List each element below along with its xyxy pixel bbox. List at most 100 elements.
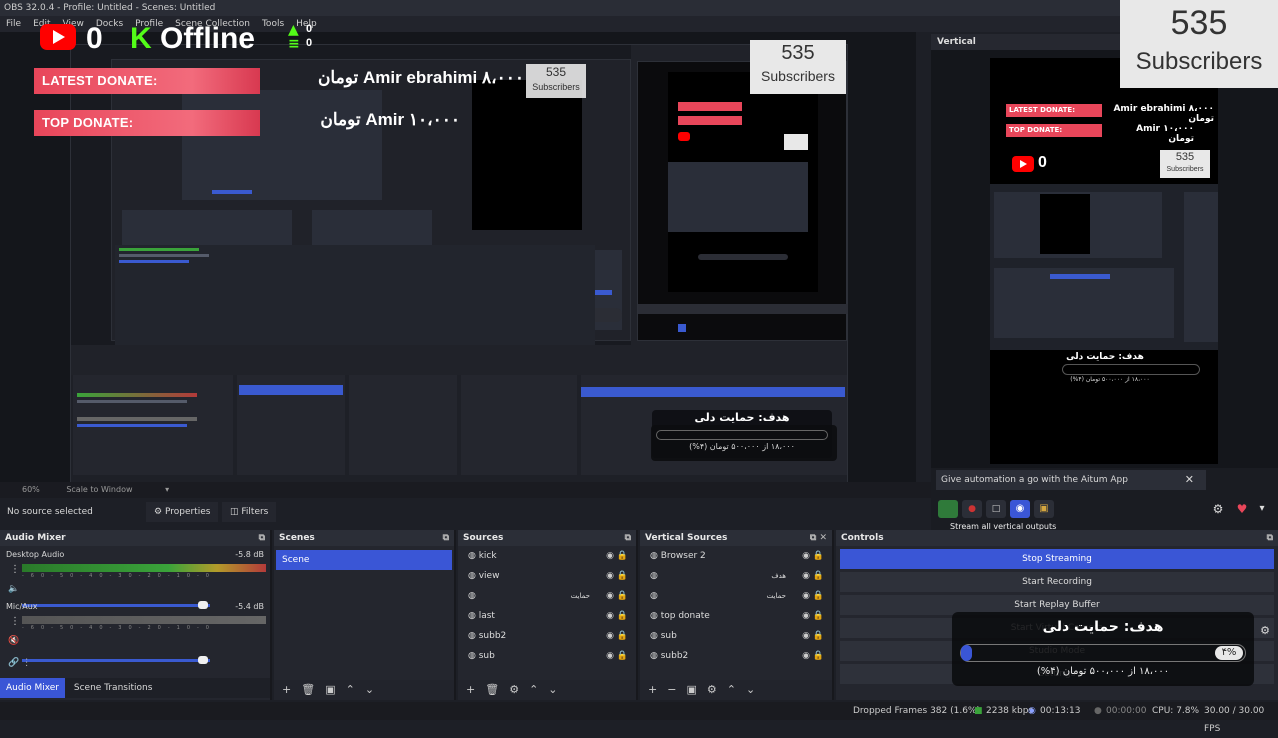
mic-aux-volume-slider[interactable] <box>22 656 210 664</box>
visibility-eye-icon[interactable]: ◉ <box>606 626 614 646</box>
remove-source-icon[interactable]: 🗑 <box>485 683 509 696</box>
visibility-eye-icon[interactable]: ◉ <box>802 626 810 646</box>
visibility-eye-icon[interactable]: ◉ <box>606 586 614 606</box>
lock-icon[interactable]: 🔒 <box>617 586 628 606</box>
scenes-dock: Scenes ⧉ Scene +🗑▣⌃⌄ <box>274 530 456 700</box>
lock-icon[interactable]: 🔒 <box>813 646 824 666</box>
scale-label[interactable]: Scale to Window <box>66 485 132 494</box>
source-settings-icon[interactable]: ⚙ <box>509 683 529 696</box>
tab-scene-transitions[interactable]: Scene Transitions <box>68 678 159 698</box>
visibility-eye-icon[interactable]: ◉ <box>802 566 810 586</box>
mixer-link-icon[interactable]: 🔗 ⋮ <box>8 658 31 668</box>
source-row[interactable]: ◍ subb2 ◉ 🔒 <box>458 626 636 646</box>
vertical-source-label: Browser 2 <box>660 551 706 561</box>
lock-icon[interactable]: 🔒 <box>813 566 824 586</box>
vertical-source-row[interactable]: ◍ هدف ◉ 🔒 <box>640 566 832 586</box>
add-vsource-icon[interactable]: + <box>648 683 667 696</box>
tab-audio-mixer[interactable]: Audio Mixer <box>0 678 65 698</box>
visibility-eye-icon[interactable]: ◉ <box>606 646 614 666</box>
stop-streaming-button[interactable]: Stop Streaming <box>840 549 1274 569</box>
vertical-settings-icon[interactable]: ⚙ <box>1210 500 1226 518</box>
properties-button[interactable]: ⚙ Properties <box>146 502 219 522</box>
vertical-source-row[interactable]: ◍ sub ◉ 🔒 <box>640 626 832 646</box>
vertical-source-row[interactable]: ◍ subb2 ◉ 🔒 <box>640 646 832 666</box>
mic-aux-menu-icon[interactable]: ⋮ <box>10 616 20 627</box>
vsource-down-icon[interactable]: ⌄ <box>746 683 765 696</box>
source-down-icon[interactable]: ⌄ <box>548 683 567 696</box>
vertical-chapter-button[interactable]: ▣ <box>1034 500 1054 518</box>
source-row[interactable]: ◍ kick ◉ 🔒 <box>458 546 636 566</box>
scenes-float-icon[interactable]: ⧉ <box>443 530 449 546</box>
source-up-icon[interactable]: ⌃ <box>529 683 548 696</box>
visibility-eye-icon[interactable]: ◉ <box>802 606 810 626</box>
scene-filter-icon[interactable]: ▣ <box>325 683 345 696</box>
remove-vsource-icon[interactable]: − <box>667 683 686 696</box>
visibility-eye-icon[interactable]: ◉ <box>606 546 614 566</box>
remove-scene-icon[interactable]: 🗑 <box>301 683 325 696</box>
vertical-chevron-icon[interactable]: ▾ <box>1254 500 1270 518</box>
lock-icon[interactable]: 🔒 <box>617 546 628 566</box>
visibility-eye-icon[interactable]: ◉ <box>802 586 810 606</box>
goal-percent-badge: ۴% <box>1215 646 1243 660</box>
scenes-title: Scenes <box>279 533 315 543</box>
controls-float-icon[interactable]: ⧉ <box>1267 530 1273 546</box>
vertical-canvas[interactable]: LATEST DONATE: Amir ebrahimi ۸،۰۰۰ تومان… <box>990 58 1218 464</box>
start-recording-button[interactable]: Start Recording <box>840 572 1274 592</box>
add-source-icon[interactable]: + <box>466 683 485 696</box>
source-row[interactable]: ◍ view ◉ 🔒 <box>458 566 636 586</box>
menu-file[interactable]: File <box>0 16 27 32</box>
vsource-settings-icon[interactable]: ⚙ <box>707 683 727 696</box>
stop-vertical-button[interactable]: □ <box>986 500 1006 518</box>
visibility-eye-icon[interactable]: ◉ <box>606 566 614 586</box>
goal-progress-fill <box>961 645 973 661</box>
lock-icon[interactable]: 🔒 <box>617 626 628 646</box>
visibility-eye-icon[interactable]: ◉ <box>802 546 810 566</box>
mic-aux-mute-icon[interactable]: 🔇 <box>8 636 19 646</box>
vsource-filter-icon[interactable]: ▣ <box>686 683 706 696</box>
virtual-camera-settings-icon[interactable]: ⚙ <box>1260 624 1270 637</box>
scale-dropdown-icon[interactable]: ▾ <box>165 485 169 494</box>
source-row[interactable]: ◍ حمایت ◉ 🔒 <box>458 586 636 606</box>
automation-close-icon[interactable]: ✕ <box>1185 470 1194 490</box>
scene-item[interactable]: Scene <box>276 550 452 570</box>
vertical-heart-icon[interactable]: ♥ <box>1234 500 1250 518</box>
filters-button[interactable]: ◫ Filters <box>222 502 277 522</box>
record-vertical-button[interactable]: ● <box>962 500 982 518</box>
lock-icon[interactable]: 🔒 <box>617 606 628 626</box>
vertical-sources-close-icon[interactable]: ⧉ ✕ <box>810 530 827 546</box>
move-down-icon[interactable]: ⌄ <box>365 683 384 696</box>
add-scene-icon[interactable]: + <box>282 683 301 696</box>
zoom-label[interactable]: 60% <box>22 485 40 494</box>
subscribers-box-main: 535 Subscribers <box>750 40 846 94</box>
lock-icon[interactable]: 🔒 <box>617 646 628 666</box>
source-row[interactable]: ◍ sub ◉ 🔒 <box>458 646 636 666</box>
sources-float-icon[interactable]: ⧉ <box>625 530 631 546</box>
lock-icon[interactable]: 🔒 <box>813 546 824 566</box>
dock-float-icon[interactable]: ⧉ <box>259 530 265 546</box>
vertical-replay-button[interactable]: ◉ <box>1010 500 1030 518</box>
sources-dock: Sources ⧉ ◍ kick ◉ 🔒 ◍ view ◉ 🔒 ◍ حمایت ◉ 🔒 ◍ l… <box>458 530 638 700</box>
kick-icon: K <box>130 22 152 55</box>
vsource-up-icon[interactable]: ⌃ <box>727 683 746 696</box>
vertical-source-row[interactable]: ◍ Browser 2 ◉ 🔒 <box>640 546 832 566</box>
audio-mixer-dock: Audio Mixer ⧉ Desktop Audio -5.8 dB ⋮ -60… <box>0 530 272 700</box>
move-up-icon[interactable]: ⌃ <box>346 683 365 696</box>
desktop-audio-menu-icon[interactable]: ⋮ <box>10 564 20 575</box>
stream-vertical-button[interactable] <box>938 500 958 518</box>
subscribers-count-top-right: 535 <box>1170 4 1228 42</box>
desktop-audio-speaker-icon[interactable]: 🔈 <box>8 584 19 594</box>
lock-icon[interactable]: 🔒 <box>813 606 824 626</box>
vertical-source-row[interactable]: ◍ top donate ◉ 🔒 <box>640 606 832 626</box>
vertical-source-row[interactable]: ◍ حمایت ◉ 🔒 <box>640 586 832 606</box>
filters-label: Filters <box>241 507 269 517</box>
lock-icon[interactable]: 🔒 <box>813 626 824 646</box>
vertical-top-donate-bar: TOP DONATE: <box>1006 124 1102 137</box>
main-preview[interactable]: 0 K Offline ▲ ≡ 0 0 LATEST DONATE: Amir e… <box>0 22 916 495</box>
lock-icon[interactable]: 🔒 <box>617 566 628 586</box>
visibility-eye-icon[interactable]: ◉ <box>802 646 810 666</box>
source-row[interactable]: ◍ last ◉ 🔒 <box>458 606 636 626</box>
visibility-eye-icon[interactable]: ◉ <box>606 606 614 626</box>
mic-aux-db: -5.4 dB <box>235 602 264 611</box>
menu-tools[interactable]: Tools <box>256 16 290 32</box>
lock-icon[interactable]: 🔒 <box>813 586 824 606</box>
